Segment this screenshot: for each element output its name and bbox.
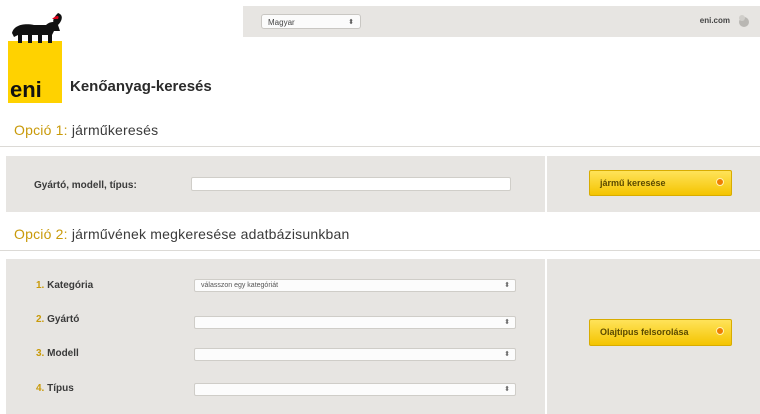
select-arrows-icon: ⬍ xyxy=(348,19,354,26)
arrow-dot-icon xyxy=(716,327,724,335)
language-select[interactable]: Magyar ⬍ xyxy=(261,14,361,29)
vehicle-search-button-label: jármű keresése xyxy=(600,178,666,188)
arrow-dot-icon xyxy=(716,178,724,186)
select-arrows-icon: ⬍ xyxy=(504,386,510,393)
eni-com-link[interactable]: eni.com xyxy=(700,16,730,25)
svg-text:eni: eni xyxy=(10,77,42,102)
field-number: 4. xyxy=(36,383,45,394)
select-arrows-icon: ⬍ xyxy=(504,351,510,358)
category-select-value: válasszon egy kategóriát xyxy=(201,282,279,289)
option2-heading: Opció 2: járművének megkeresése adatbázi… xyxy=(14,226,350,242)
category-label: 1. Kategória xyxy=(36,280,93,291)
select-arrows-icon: ⬍ xyxy=(504,319,510,326)
model-select[interactable]: ⬍ xyxy=(194,348,516,361)
option2-title: járművének megkeresése adatbázisunkban xyxy=(71,226,350,242)
category-select[interactable]: válasszon egy kategóriát ⬍ xyxy=(194,279,516,292)
language-select-value: Magyar xyxy=(268,18,295,27)
manufacturer-label: 2. Gyártó xyxy=(36,314,79,325)
globe-icon[interactable] xyxy=(736,13,752,29)
field-label-text: Modell xyxy=(47,348,79,359)
field-label-text: Kategória xyxy=(47,280,94,291)
list-oil-types-button[interactable]: Olajtípus felsorolása xyxy=(589,319,732,346)
option2-prefix: Opció 2: xyxy=(14,226,68,242)
field-number: 2. xyxy=(36,314,45,325)
field-label-text: Típus xyxy=(47,383,74,394)
manufacturer-select[interactable]: ⬍ xyxy=(194,316,516,329)
select-arrows-icon: ⬍ xyxy=(504,282,510,289)
field-number: 3. xyxy=(36,348,45,359)
divider xyxy=(0,250,760,251)
list-oil-types-button-label: Olajtípus felsorolása xyxy=(600,327,689,337)
vehicle-search-label: Gyártó, modell, típus: xyxy=(34,180,137,191)
option1-prefix: Opció 1: xyxy=(14,122,68,138)
option1-title: járműkeresés xyxy=(71,122,159,138)
type-select[interactable]: ⬍ xyxy=(194,383,516,396)
vehicle-search-input[interactable] xyxy=(191,177,511,191)
top-bar: Magyar ⬍ eni.com xyxy=(243,6,760,37)
eni-logo[interactable]: eni xyxy=(8,11,62,103)
field-number: 1. xyxy=(36,280,45,291)
type-label: 4. Típus xyxy=(36,383,74,394)
divider xyxy=(0,146,760,147)
vehicle-search-button[interactable]: jármű keresése xyxy=(589,170,732,196)
model-label: 3. Modell xyxy=(36,348,79,359)
option1-heading: Opció 1: járműkeresés xyxy=(14,122,158,138)
field-label-text: Gyártó xyxy=(47,314,80,325)
page-title: Kenőanyag-keresés xyxy=(70,78,212,95)
